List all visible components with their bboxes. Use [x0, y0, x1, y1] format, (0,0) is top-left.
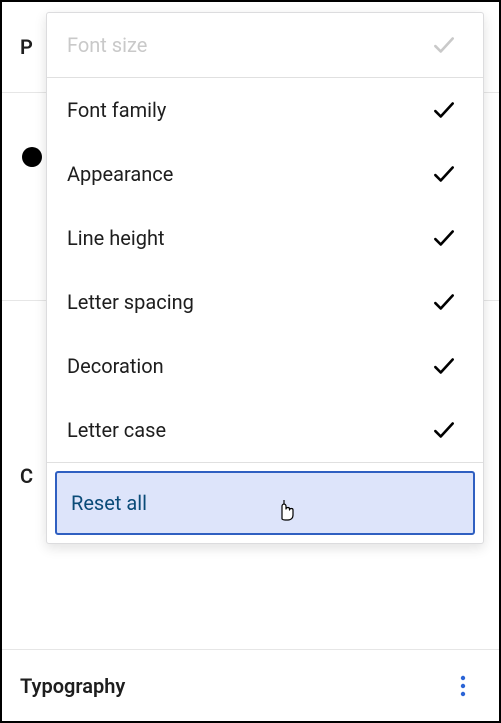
check-icon: [431, 32, 457, 58]
reset-wrap: Reset all: [47, 463, 483, 543]
bg-section-c-label: C: [20, 464, 33, 488]
check-icon: [431, 417, 457, 443]
menu-item-label: Line height: [67, 226, 165, 250]
menu-item-line-height[interactable]: Line height: [47, 206, 483, 270]
check-icon: [431, 289, 457, 315]
typography-options-popover: Font size Font family Appearance Line he…: [46, 12, 484, 544]
circle-icon: [22, 147, 42, 167]
check-icon: [431, 353, 457, 379]
menu-item-appearance[interactable]: Appearance: [47, 142, 483, 206]
section-title: Typography: [20, 674, 125, 698]
menu-item-letter-case[interactable]: Letter case: [47, 398, 483, 462]
reset-all-button[interactable]: Reset all: [55, 471, 475, 535]
menu-item-label: Appearance: [67, 162, 173, 186]
check-icon: [431, 225, 457, 251]
menu-item-font-family[interactable]: Font family: [47, 78, 483, 142]
reset-all-label: Reset all: [71, 491, 147, 515]
more-vertical-icon: [460, 674, 466, 698]
pointer-cursor-icon: [275, 497, 295, 521]
menu-item-label: Letter spacing: [67, 290, 194, 314]
menu-item-label: Letter case: [67, 418, 166, 442]
bg-section-p-label: P: [20, 35, 33, 59]
check-icon: [431, 161, 457, 187]
menu-item-label: Font size: [67, 33, 147, 57]
typography-section-header: Typography: [2, 649, 499, 721]
check-icon: [431, 97, 457, 123]
menu-item-letter-spacing[interactable]: Letter spacing: [47, 270, 483, 334]
menu-item-decoration[interactable]: Decoration: [47, 334, 483, 398]
menu-item-font-size: Font size: [47, 13, 483, 77]
typography-options-button[interactable]: [445, 668, 481, 704]
menu-item-label: Font family: [67, 98, 166, 122]
menu-item-label: Decoration: [67, 354, 164, 378]
